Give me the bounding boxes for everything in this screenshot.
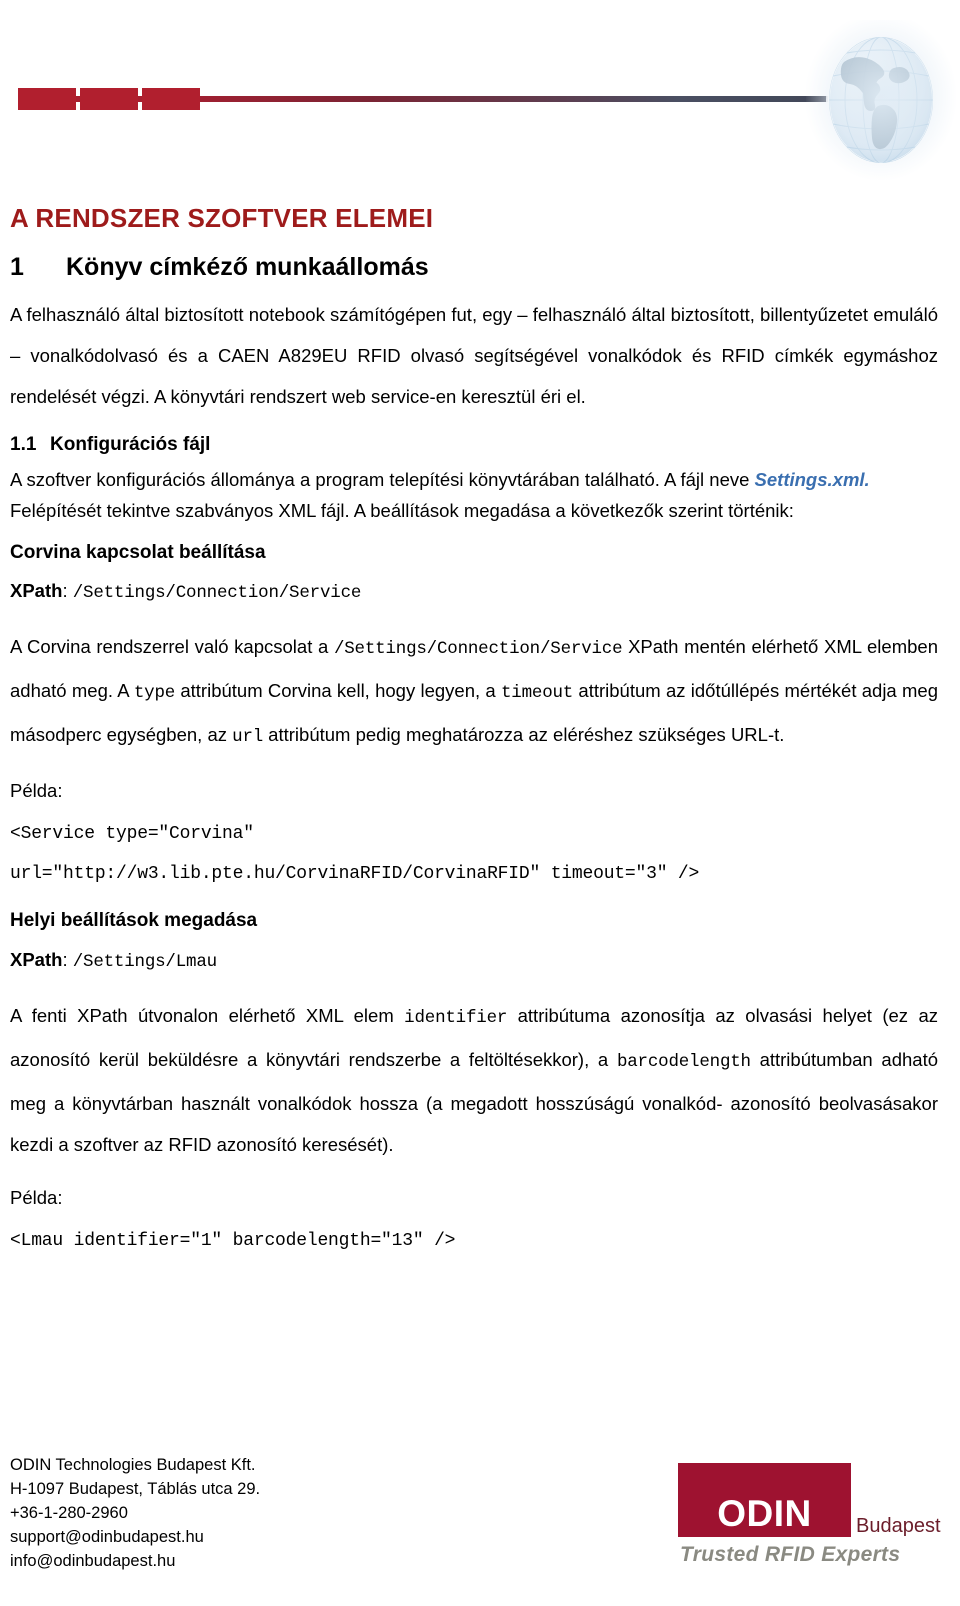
- subsection-heading-1-1: 1.1 Konfigurációs fájl: [10, 433, 938, 456]
- settings-filename: Settings.xml.: [754, 468, 870, 490]
- subsection-title: Konfigurációs fájl: [50, 433, 211, 455]
- corvina-code-4: url: [232, 727, 264, 748]
- corvina-text-5: attribútum pedig meghatározza az elérésh…: [263, 724, 785, 746]
- example-code-local-line1: <Lmau identifier="1" barcodelength="13" …: [10, 1231, 456, 1252]
- footer-contact-block: ODIN Technologies Budapest Kft. H-1097 B…: [10, 1453, 260, 1573]
- globe-glow: [806, 20, 956, 180]
- footer-company-name: ODIN Technologies Budapest Kft.: [10, 1456, 256, 1474]
- footer-support-email[interactable]: support@odinbudapest.hu: [10, 1525, 260, 1549]
- header-block-1: [18, 88, 76, 110]
- xpath-line-local: XPath: /Settings/Lmau: [10, 943, 938, 979]
- section-title-1: Könyv címkéző munkaállomás: [66, 253, 429, 282]
- intro-text-part1: A szoftver konfigurációs állománya a pro…: [10, 468, 755, 490]
- subsection-number: 1.1: [10, 433, 37, 455]
- block-paragraph-local: A fenti XPath útvonalon elérhető XML ele…: [10, 995, 938, 1165]
- xpath-value-local: /Settings/Lmau: [72, 952, 217, 973]
- logo-city-label: Budapest: [856, 1515, 941, 1537]
- example-label-local: Példa:: [10, 1187, 63, 1209]
- subsection-intro-paragraph: A szoftver konfigurációs állománya a pro…: [10, 464, 938, 526]
- corvina-code-2: type: [133, 683, 176, 704]
- footer-phone: +36-1-280-2960: [10, 1504, 128, 1522]
- example-code-corvina-line2: url="http://w3.lib.pte.hu/CorvinaRFID/Co…: [10, 864, 700, 885]
- xpath-label-corvina: XPath: [10, 580, 63, 602]
- section-heading-1: 1 Könyv címkéző munkaállomás: [10, 254, 938, 282]
- section-number-1: 1: [10, 253, 24, 282]
- xpath-line-corvina: XPath: /Settings/Connection/Service: [10, 574, 938, 610]
- example-label-corvina: Példa:: [10, 780, 63, 802]
- header-block-2: [80, 88, 138, 110]
- xpath-value-corvina: /Settings/Connection/Service: [72, 583, 362, 604]
- logo-wordmark: ODIN: [717, 1493, 812, 1534]
- page-title: A RENDSZER SZOFTVER ELEMEI: [10, 203, 434, 233]
- document-body: A RENDSZER SZOFTVER ELEMEI 1 Könyv címké…: [10, 203, 938, 1261]
- xpath-separator-corvina: :: [62, 580, 73, 602]
- corvina-code-1: /Settings/Connection/Service: [333, 639, 623, 660]
- corvina-code-3: timeout: [501, 683, 574, 704]
- section-paragraph-1: A felhasználó által biztosított notebook…: [10, 303, 938, 407]
- local-text-1: A fenti XPath útvonalon elérhető XML ele…: [10, 1005, 405, 1027]
- block-heading-corvina: Corvina kapcsolat beállítása: [10, 541, 266, 563]
- local-code-2: barcodelength: [616, 1052, 751, 1073]
- page-header: [0, 0, 960, 200]
- example-code-corvina-line1: <Service type="Corvina": [10, 824, 254, 845]
- block-heading-local: Helyi beállítások megadása: [10, 910, 258, 932]
- corvina-text-1: A Corvina rendszerrel való kapcsolat a: [10, 636, 334, 658]
- footer-info-email[interactable]: info@odinbudapest.hu: [10, 1549, 260, 1573]
- footer-address: H-1097 Budapest, Táblás utca 29.: [10, 1480, 261, 1498]
- intro-text-part2: Felépítését tekintve szabványos XML fájl…: [10, 499, 794, 521]
- globe-icon: [806, 20, 956, 180]
- odin-logo: ODIN Budapest Trusted RFID Experts: [678, 1463, 948, 1579]
- xpath-separator-local: :: [62, 949, 73, 971]
- header-block-3: [142, 88, 200, 110]
- corvina-text-3: attribútum Corvina kell, hogy legyen, a: [175, 680, 501, 702]
- page-footer: ODIN Technologies Budapest Kft. H-1097 B…: [0, 1426, 960, 1606]
- local-code-1: identifier: [404, 1008, 508, 1029]
- logo-tagline: Trusted RFID Experts: [680, 1543, 901, 1566]
- xpath-label-local: XPath: [10, 949, 63, 971]
- block-paragraph-corvina: A Corvina rendszerrel való kapcsolat a /…: [10, 626, 938, 758]
